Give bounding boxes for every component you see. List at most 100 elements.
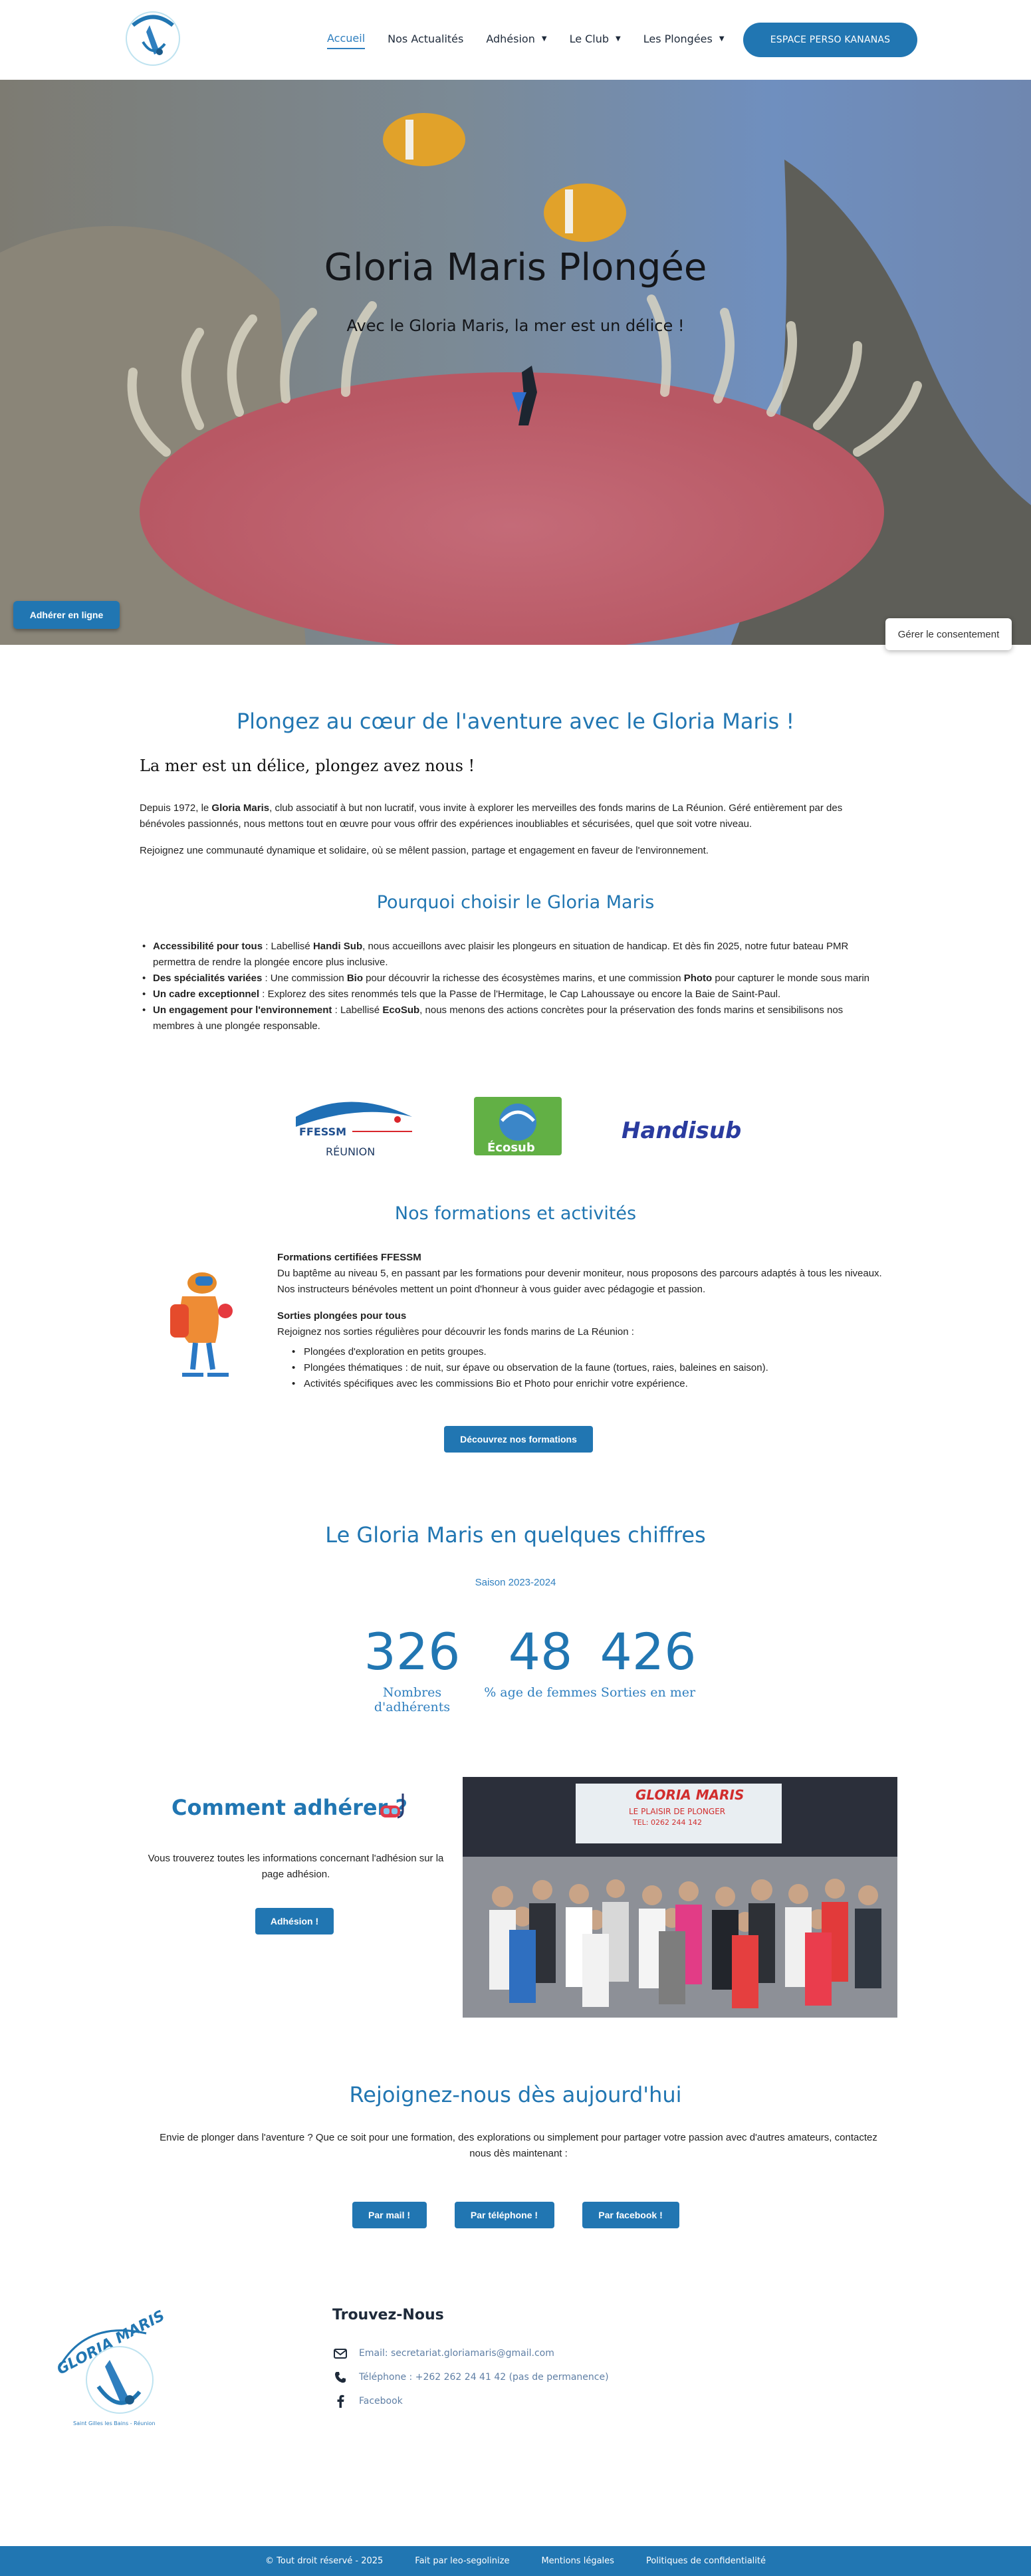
footer-logo-subtext: Saint Gilles les Bains - Réunion xyxy=(73,2420,156,2426)
stat-value: 48 xyxy=(508,1622,573,1681)
list-item: Plongées thématiques : de nuit, sur épav… xyxy=(292,1360,882,1376)
ffessm-logo: FFESSM RÉUNION xyxy=(296,1102,412,1158)
contact-phone-button[interactable]: Par téléphone ! xyxy=(454,2202,554,2228)
list-item: Activités spécifiques avec les commissio… xyxy=(292,1376,882,1392)
photo-sign-title: GLORIA MARIS xyxy=(635,1787,744,1803)
partner-logos: FFESSM RÉUNION Écosub Handisub xyxy=(286,1090,764,1163)
nav-label: Accueil xyxy=(327,31,366,45)
stat-value: 326 xyxy=(364,1622,461,1681)
sorties-list: Plongées d'exploration en petits groupes… xyxy=(277,1344,882,1392)
intro-paragraph-2: Rejoignez une communauté dynamique et so… xyxy=(140,845,709,856)
copyright-text: © Tout droit réservé - 2025 xyxy=(265,2556,384,2566)
stats-season: Saison 2023-2024 xyxy=(475,1577,556,1588)
stat-adherents: 326 Nombres d'adhérents xyxy=(346,1622,479,1714)
nav-label: Nos Actualités xyxy=(388,32,464,45)
photo-sign-phone: TEL: 0262 244 142 xyxy=(632,1818,702,1827)
list-item: Des spécialités variées : Une commission… xyxy=(142,971,884,987)
phone-icon xyxy=(332,2369,348,2385)
photo-sign-subtitle: LE PLAISIR DE PLONGER xyxy=(629,1807,725,1816)
facebook-icon xyxy=(332,2393,348,2409)
list-item: Accessibilité pour tous : Labellisé Hand… xyxy=(142,939,884,971)
nav-le-club[interactable]: Le Club ▼ xyxy=(570,28,621,49)
list-item: Plongées d'exploration en petits groupes… xyxy=(292,1344,882,1360)
privacy-policy-link[interactable]: Politiques de confidentialité xyxy=(646,2556,766,2566)
handisub-logo-text: Handisub xyxy=(622,1117,741,1144)
main-nav: Accueil Nos Actualités Adhésion ▼ Le Club… xyxy=(327,28,747,49)
stat-sorties: 426 Sorties en mer xyxy=(595,1622,701,1700)
item-title: Des spécialités variées xyxy=(153,973,263,984)
stat-value: 426 xyxy=(600,1622,697,1681)
stat-label: Sorties en mer xyxy=(600,1685,696,1700)
footer-facebook[interactable]: Facebook xyxy=(332,2393,403,2409)
contact-mail-button[interactable]: Par mail ! xyxy=(352,2202,427,2228)
adherer-en-ligne-button[interactable]: Adhérer en ligne xyxy=(13,601,120,629)
intro-lead: La mer est un délice, plongez avez nous … xyxy=(140,757,475,775)
ecosub-logo-text: Écosub xyxy=(487,1140,535,1155)
footer-phone[interactable]: Téléphone : +262 262 24 41 42 (pas de pe… xyxy=(332,2369,609,2385)
reunion-logo-text: RÉUNION xyxy=(326,1145,375,1158)
text-fragment: Depuis 1972, le xyxy=(140,802,212,814)
text-fragment: : Une commission xyxy=(262,973,347,984)
contact-buttons: Par mail ! Par téléphone ! Par facebook … xyxy=(0,2202,1031,2228)
label-strong: Photo xyxy=(683,973,713,984)
formations-paragraph-1: Du baptême au niveau 5, en passant par l… xyxy=(277,1268,882,1295)
adhesion-text: Vous trouverez toutes les informations c… xyxy=(148,1853,444,1880)
mentions-legales-link[interactable]: Mentions légales xyxy=(541,2556,614,2566)
join-title: Rejoignez-nous dès aujourd'hui xyxy=(349,2082,682,2107)
list-item: Un cadre exceptionnel : Explorez des sit… xyxy=(142,987,884,1002)
stats-title: Le Gloria Maris en quelques chiffres xyxy=(325,1522,706,1548)
formations-heading-2: Sorties plongées pour tous xyxy=(277,1310,407,1322)
footer-email-text: Email: secretariat.gloriamaris@gmail.com xyxy=(359,2348,554,2359)
nav-label: Adhésion xyxy=(486,32,535,45)
label-strong: EcoSub xyxy=(382,1004,420,1016)
espace-perso-button[interactable]: ESPACE PERSO KANANAS xyxy=(743,23,917,57)
label-strong: Bio xyxy=(346,973,364,984)
handisub-logo: Handisub xyxy=(622,1117,741,1144)
group-photo-image: GLORIA MARIS LE PLAISIR DE PLONGER TEL: … xyxy=(463,1777,897,2018)
contact-facebook-button[interactable]: Par facebook ! xyxy=(582,2202,679,2228)
nav-label: Les Plongées xyxy=(643,32,713,45)
nav-les-plongees[interactable]: Les Plongées ▼ xyxy=(643,28,725,49)
credit-link[interactable]: Fait par leo-segolinize xyxy=(415,2556,509,2566)
intro-paragraph-1: Depuis 1972, le Gloria Maris, club assoc… xyxy=(140,800,884,832)
chevron-down-icon: ▼ xyxy=(541,35,547,43)
nav-accueil[interactable]: Accueil xyxy=(327,28,366,49)
club-logo[interactable] xyxy=(120,5,186,72)
chevron-down-icon: ▼ xyxy=(719,35,725,43)
text-fragment: : Labellisé xyxy=(263,941,313,952)
nav-actualites[interactable]: Nos Actualités xyxy=(388,28,463,49)
footer-title: Trouvez-Nous xyxy=(332,2307,444,2323)
formations-heading-1: Formations certifiées FFESSM xyxy=(277,1252,421,1263)
footer-logo[interactable]: GLORIA MARIS Saint Gilles les Bains - Ré… xyxy=(47,2307,179,2440)
diving-mask-icon xyxy=(379,1791,408,1823)
footer-email[interactable]: Email: secretariat.gloriamaris@gmail.com xyxy=(332,2345,554,2361)
item-title: Un engagement pour l'environnement xyxy=(153,1004,332,1016)
page: Accueil Nos Actualités Adhésion ▼ Le Club… xyxy=(0,0,1031,2576)
chevron-down-icon: ▼ xyxy=(616,35,621,43)
hero-subtitle: Avec le Gloria Maris, la mer est un déli… xyxy=(346,316,685,335)
nav-adhesion[interactable]: Adhésion ▼ xyxy=(486,28,546,49)
stat-label: % age de femmes xyxy=(484,1685,597,1700)
decouvrez-formations-button[interactable]: Découvrez nos formations xyxy=(444,1426,593,1453)
formations-title: Nos formations et activités xyxy=(394,1203,637,1224)
why-list: Accessibilité pour tous : Labellisé Hand… xyxy=(142,939,884,1034)
diver-mascot-icon xyxy=(156,1263,249,1383)
envelope-icon xyxy=(332,2345,348,2361)
stat-label: Nombres d'adhérents xyxy=(374,1685,451,1714)
site-header: Accueil Nos Actualités Adhésion ▼ Le Club… xyxy=(0,0,1031,80)
footer-facebook-text: Facebook xyxy=(359,2396,403,2406)
nav-label: Le Club xyxy=(569,32,610,45)
adhesion-button[interactable]: Adhésion ! xyxy=(255,1908,334,1934)
stat-femmes: 48 % age de femmes xyxy=(484,1622,597,1700)
join-text: Envie de plonger dans l'aventure ? Que c… xyxy=(160,2132,877,2159)
text-fragment: : Explorez des sites renommés tels que l… xyxy=(259,989,781,1000)
hero-background-image xyxy=(0,80,1031,645)
consent-button[interactable]: Gérer le consentement xyxy=(885,618,1012,650)
why-title: Pourquoi choisir le Gloria Maris xyxy=(376,892,655,913)
footer-phone-text: Téléphone : +262 262 24 41 42 (pas de pe… xyxy=(359,2372,609,2383)
list-item: Un engagement pour l'environnement : Lab… xyxy=(142,1002,884,1034)
item-title: Un cadre exceptionnel xyxy=(153,989,260,1000)
intro-title: Plongez au cœur de l'aventure avec le Gl… xyxy=(236,709,795,734)
formations-paragraph-2: Rejoignez nos sorties régulières pour dé… xyxy=(277,1326,634,1338)
label-strong: Handi Sub xyxy=(312,941,363,952)
